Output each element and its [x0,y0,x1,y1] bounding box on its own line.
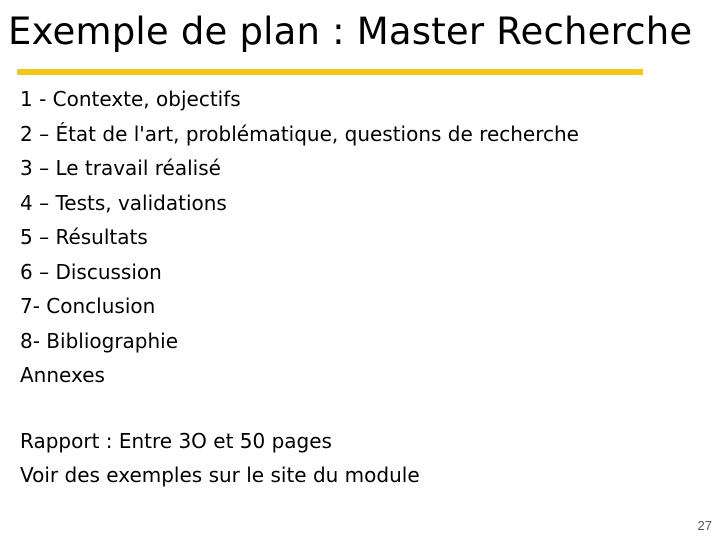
page-number: 27 [697,518,712,533]
outline-item-appendices: Annexes [20,363,105,387]
outline-item-results: 5 – Résultats [20,225,148,249]
outline-item-work-done: 3 – Le travail réalisé [20,156,221,180]
outline-item-context: 1 - Contexte, objectifs [20,87,241,111]
examples-note: Voir des exemples sur le site du module [20,463,420,487]
outline-item-conclusion: 7- Conclusion [20,294,156,318]
outline-item-bibliography: 8- Bibliographie [20,328,179,353]
outline-item-tests: 4 – Tests, validations [20,190,227,215]
slide-title: Exemple de plan : Master Recherche [8,10,693,53]
report-length-note: Rapport : Entre 3O et 50 pages [20,429,332,453]
notes-block: Rapport : Entre 3O et 50 pages Voir des … [20,424,420,492]
outline-item-discussion: 6 – Discussion [20,259,162,284]
outline-list: 1 - Contexte, objectifs 2 – État de l'ar… [20,82,579,393]
outline-item-state-of-art: 2 – État de l'art, problématique, questi… [20,121,579,146]
title-underline-divider [17,69,643,75]
